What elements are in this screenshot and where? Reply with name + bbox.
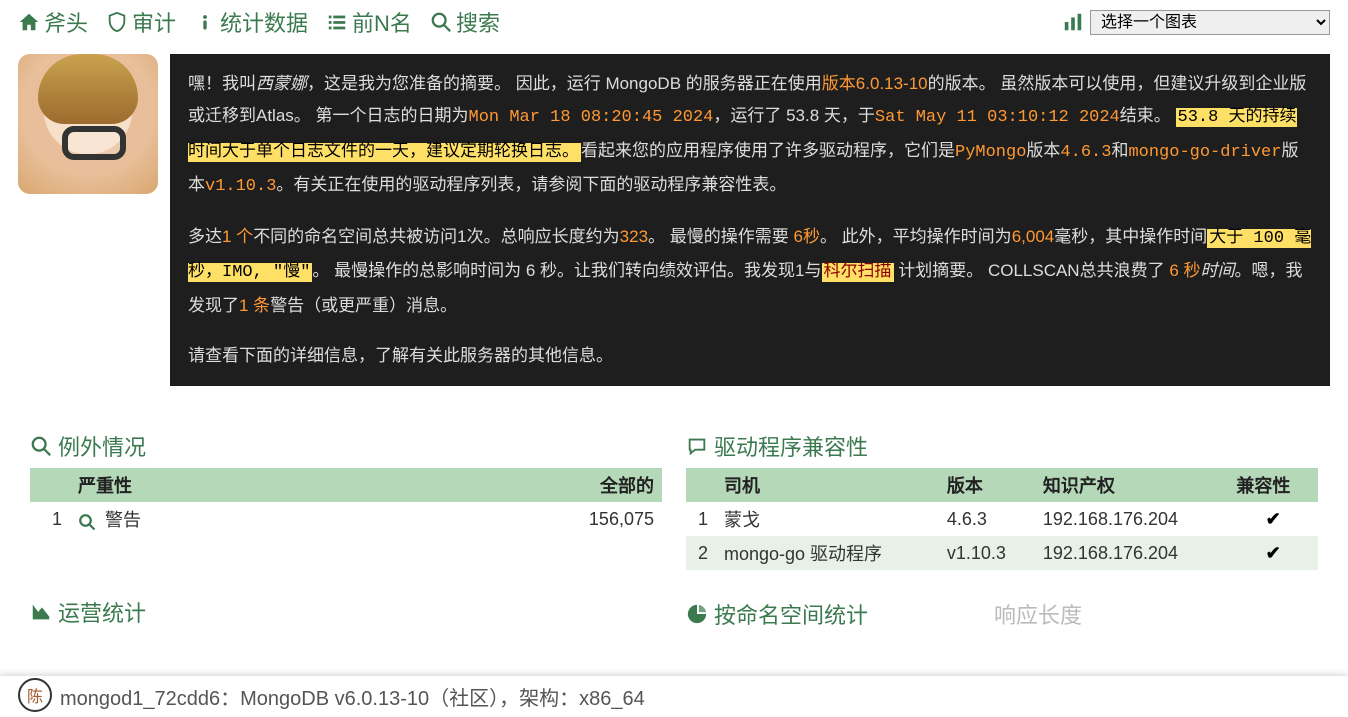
summary-text: 结束。 [1120, 106, 1171, 125]
drivers-col-driver: 司机 [716, 468, 939, 502]
row-driver: mongo-go 驱动程序 [716, 536, 939, 570]
table-row[interactable]: 1 蒙戈 4.6.3 192.168.176.204 ✔ [686, 502, 1318, 536]
summary-text: 多达 [188, 227, 222, 246]
drivers-title: 驱动程序兼容性 [714, 430, 868, 462]
footer-text: mongod1_72cdd6：MongoDB v6.0.13-10（社区），架构… [60, 682, 645, 711]
search-icon [430, 11, 452, 33]
summary-text: 和 [1111, 141, 1128, 160]
summary-end-date: Sat May 11 03:10:12 2024 [875, 108, 1120, 127]
drivers-col-ip: 知识产权 [1035, 468, 1228, 502]
row-severity-label: 警告 [105, 510, 141, 530]
row-index: 2 [686, 536, 716, 570]
home-icon [18, 11, 40, 33]
pie-chart-icon [686, 603, 708, 625]
shield-icon [106, 11, 128, 33]
exceptions-panel: 例外情况 严重性 全部的 1 警告 156,075 [30, 430, 662, 636]
summary-text: 。 最慢的操作需要 [648, 227, 793, 246]
bar-chart-icon [1062, 11, 1084, 33]
summary-start-date: Mon Mar 18 08:20:45 2024 [469, 108, 714, 127]
summary-waste: 6 秒 [1169, 261, 1200, 280]
row-index: 1 [30, 502, 70, 536]
nav-stats[interactable]: 统计数据 [194, 6, 308, 38]
nav-audit-label: 审计 [132, 6, 176, 38]
drivers-table: 司机 版本 知识产权 兼容性 1 蒙戈 4.6.3 192.168.176.20… [686, 468, 1318, 570]
summary-driver2-version: v1.10.3 [205, 177, 276, 196]
summary-highlight-collscan: 科尔扫描 [822, 263, 894, 282]
search-icon [30, 435, 52, 457]
summary-text: 看起来您的应用程序使用了许多驱动程序，它们是 [581, 141, 955, 160]
summary-version: 版本6.0.13-10 [822, 74, 928, 93]
summary-text: 不同的命名空间总共被访问1次。总响应长度约为 [253, 227, 619, 246]
top-nav: 斧头 审计 统计数据 前N名 搜索 [0, 0, 1348, 44]
summary-text: 。 此外，平均操作时间为 [820, 227, 1012, 246]
row-ip: 192.168.176.204 [1035, 502, 1228, 536]
summary-warn-count: 1 条 [239, 296, 270, 315]
summary-text: 嘿！我叫 [188, 74, 256, 93]
row-ip: 192.168.176.204 [1035, 536, 1228, 570]
summary-driver1-version: 4.6.3 [1060, 143, 1111, 162]
panels-row: 例外情况 严重性 全部的 1 警告 156,075 [0, 430, 1348, 676]
footer-bar: 陈 mongod1_72cdd6：MongoDB v6.0.13-10（社区），… [0, 676, 1348, 717]
avatar [18, 54, 158, 194]
exceptions-title: 例外情况 [58, 430, 146, 462]
ops-stats-title: 运营统计 [58, 596, 146, 628]
summary-name: 西蒙娜 [256, 74, 307, 93]
summary-avg-ms: 6,004 [1012, 227, 1055, 246]
summary-text: 版本 [1026, 141, 1060, 160]
ns-stats-dim: 响应长度 [994, 598, 1082, 630]
exceptions-table: 严重性 全部的 1 警告 156,075 [30, 468, 662, 536]
chart-select[interactable]: 选择一个图表 [1090, 10, 1330, 35]
summary-text: 时间 [1201, 261, 1235, 280]
nav-search[interactable]: 搜索 [430, 6, 500, 38]
drivers-panel: 驱动程序兼容性 司机 版本 知识产权 兼容性 1 蒙戈 4.6.3 192.16… [686, 430, 1318, 636]
summary-driver1: PyMongo [955, 143, 1026, 162]
nav-search-label: 搜索 [456, 6, 500, 38]
summary-text: 计划摘要。 COLLSCAN总共浪费了 [894, 261, 1170, 280]
drivers-col-compat: 兼容性 [1228, 468, 1318, 502]
row-version: 4.6.3 [939, 502, 1035, 536]
nav-home[interactable]: 斧头 [18, 6, 88, 38]
nav-stats-label: 统计数据 [220, 6, 308, 38]
list-icon [326, 11, 348, 33]
drivers-col-version: 版本 [939, 468, 1035, 502]
table-row[interactable]: 1 警告 156,075 [30, 502, 662, 536]
summary-text: 。 最慢操作的总影响时间为 6 秒。让我们转向绩效评估。我发现1与 [312, 261, 821, 280]
row-compat: ✔ [1228, 536, 1318, 570]
ns-stats-title: 按命名空间统计 [714, 598, 868, 630]
summary-text: 毫秒，其中操作时间 [1054, 227, 1207, 246]
row-index: 1 [686, 502, 716, 536]
area-chart-icon [30, 601, 52, 623]
exceptions-col-total: 全部的 [362, 468, 662, 502]
summary-closing: 请查看下面的详细信息，了解有关此服务器的其他信息。 [188, 340, 1312, 372]
summary-text: ，运行了 53.8 天，于 [713, 106, 875, 125]
row-total: 156,075 [362, 502, 662, 536]
row-version: v1.10.3 [939, 536, 1035, 570]
summary-row: 嘿！我叫西蒙娜，这是我为您准备的摘要。 因此，运行 MongoDB 的服务器正在… [0, 44, 1348, 404]
footer-avatar: 陈 [18, 678, 52, 712]
row-compat: ✔ [1228, 502, 1318, 536]
summary-ns-count: 1 个 [222, 227, 253, 246]
summary-resp-len: 323 [620, 227, 648, 246]
summary-slowest: 6秒 [793, 227, 819, 246]
table-row[interactable]: 2 mongo-go 驱动程序 v1.10.3 192.168.176.204 … [686, 536, 1318, 570]
info-icon [194, 11, 216, 33]
summary-box: 嘿！我叫西蒙娜，这是我为您准备的摘要。 因此，运行 MongoDB 的服务器正在… [170, 54, 1330, 386]
summary-driver2: mongo-go-driver [1128, 143, 1281, 162]
nav-audit[interactable]: 审计 [106, 6, 176, 38]
row-severity: 警告 [70, 502, 362, 536]
nav-home-label: 斧头 [44, 6, 88, 38]
nav-topn[interactable]: 前N名 [326, 6, 412, 38]
search-icon[interactable] [78, 513, 96, 531]
exceptions-col-severity: 严重性 [70, 468, 362, 502]
nav-topn-label: 前N名 [352, 6, 412, 38]
summary-text: ，这是我为您准备的摘要。 因此，运行 MongoDB 的服务器正在使用 [307, 74, 822, 93]
comment-icon [686, 435, 708, 457]
summary-text: 。有关正在使用的驱动程序列表，请参阅下面的驱动程序兼容性表。 [276, 175, 786, 194]
summary-text: 警告（或更严重）消息。 [270, 296, 457, 315]
row-driver: 蒙戈 [716, 502, 939, 536]
